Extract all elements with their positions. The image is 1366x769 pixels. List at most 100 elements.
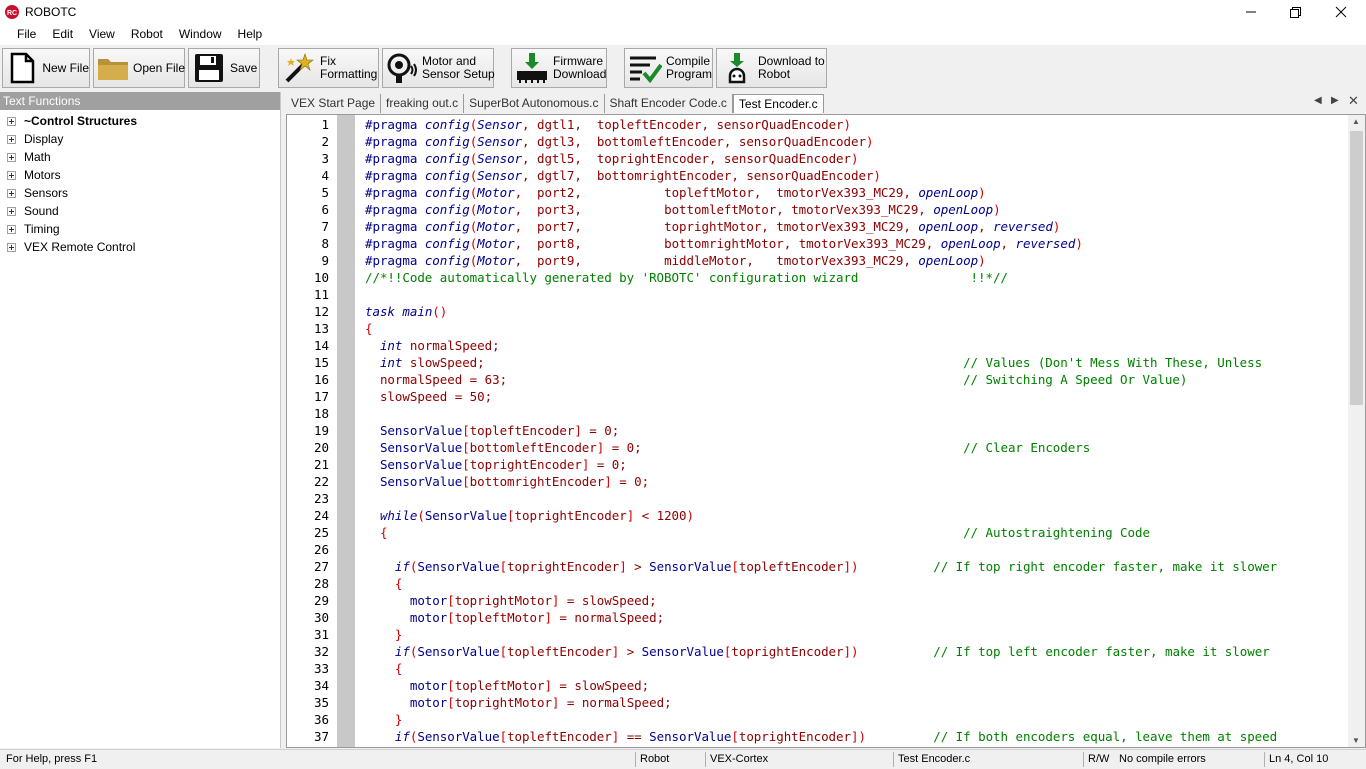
code-line[interactable]: { xyxy=(365,660,403,677)
code-line[interactable]: task main() xyxy=(365,303,447,320)
code-line[interactable]: #pragma config(Motor, port3, bottomleftM… xyxy=(365,201,1001,218)
code-line[interactable]: } xyxy=(365,626,403,643)
code-line[interactable]: SensorValue[topleftEncoder] = 0; xyxy=(365,422,619,439)
code-line[interactable]: motor[topleftMotor] = normalSpeed; xyxy=(365,609,664,626)
scroll-up-icon[interactable]: ▲ xyxy=(1352,117,1360,126)
code-line[interactable]: slowSpeed = 50; xyxy=(365,388,492,405)
code-line[interactable]: if(SensorValue[toprightEncoder] > Sensor… xyxy=(365,558,1277,575)
minimize-icon[interactable] xyxy=(1228,0,1274,24)
motor-sensor-icon xyxy=(386,51,418,85)
compile-program-button[interactable]: Compile Program xyxy=(624,48,713,88)
tree-item-vex-remote-control[interactable]: VEX Remote Control xyxy=(0,238,280,256)
line-number: 23 xyxy=(313,491,329,506)
code-line[interactable]: } xyxy=(365,711,403,728)
code-line[interactable]: SensorValue[bottomleftEncoder] = 0; // C… xyxy=(365,439,1090,456)
menu-view[interactable]: View xyxy=(81,24,123,45)
menu-robot[interactable]: Robot xyxy=(123,24,171,45)
expand-icon[interactable] xyxy=(7,116,16,126)
expand-icon[interactable] xyxy=(7,152,16,162)
code-line[interactable]: #pragma config(Motor, port7, toprightMot… xyxy=(365,218,1060,235)
fix-formatting-button[interactable]: Fix Formatting xyxy=(278,48,379,88)
vertical-scrollbar[interactable]: ▲ ▼ xyxy=(1348,115,1365,747)
code-line[interactable]: motor[toprightMotor] = slowSpeed; xyxy=(365,592,657,609)
code-line[interactable]: #pragma config(Sensor, dgtl7, bottomrigh… xyxy=(365,167,881,184)
line-number: 28 xyxy=(313,576,329,591)
menu-edit[interactable]: Edit xyxy=(44,24,81,45)
code-line[interactable]: { xyxy=(365,575,403,592)
tree-item-motors[interactable]: Motors xyxy=(0,166,280,184)
tab-freaking-out[interactable]: freaking out.c xyxy=(381,94,465,113)
line-number: 37 xyxy=(313,729,329,744)
firmware-download-button[interactable]: Firmware Download xyxy=(511,48,607,88)
line-number: 25 xyxy=(313,525,329,540)
tab-shaft-encoder-code[interactable]: Shaft Encoder Code.c xyxy=(605,94,733,113)
download-to-robot-button[interactable]: Download to Robot xyxy=(716,48,827,88)
scroll-down-icon[interactable]: ▼ xyxy=(1352,736,1360,745)
tab-superbot-autonomous[interactable]: SuperBot Autonomous.c xyxy=(464,94,605,113)
code-line[interactable]: if(SensorValue[topleftEncoder] == Sensor… xyxy=(365,728,1277,745)
toolbar: New File Open File Save Fix Formatting M… xyxy=(0,45,1366,91)
code-line[interactable]: #pragma config(Motor, port8, bottomright… xyxy=(365,235,1083,252)
title-bar: RC ROBOTC xyxy=(0,0,1366,24)
new-file-button[interactable]: New File xyxy=(2,48,90,88)
code-line[interactable]: while(SensorValue[toprightEncoder] < 120… xyxy=(365,507,694,524)
menu-help[interactable]: Help xyxy=(230,24,271,45)
expand-icon[interactable] xyxy=(7,206,16,216)
scrollbar-thumb[interactable] xyxy=(1350,131,1363,405)
tab-vex-start-page[interactable]: VEX Start Page xyxy=(286,94,382,113)
expand-icon[interactable] xyxy=(7,242,16,252)
menu-window[interactable]: Window xyxy=(171,24,230,45)
line-number: 3 xyxy=(321,151,329,166)
expand-icon[interactable] xyxy=(7,188,16,198)
save-button[interactable]: Save xyxy=(188,48,260,88)
code-line[interactable]: { // Autostraightening Code xyxy=(365,524,1150,541)
code-line[interactable]: int normalSpeed; xyxy=(365,337,500,354)
tree-item-sound[interactable]: Sound xyxy=(0,202,280,220)
tree-item-sensors[interactable]: Sensors xyxy=(0,184,280,202)
line-number: 17 xyxy=(313,389,329,404)
code-line[interactable]: motor[topleftMotor] = slowSpeed; xyxy=(365,677,649,694)
compile-check-icon xyxy=(628,51,662,85)
line-number: 14 xyxy=(313,338,329,353)
tab-scroll-left-icon[interactable]: ◀ xyxy=(1314,95,1322,106)
motor-sensor-setup-button[interactable]: Motor and Sensor Setup xyxy=(382,48,495,88)
expand-icon[interactable] xyxy=(7,170,16,180)
tab-close-icon[interactable]: ✕ xyxy=(1348,93,1359,109)
code-line[interactable]: normalSpeed = 63; // Switching A Speed O… xyxy=(365,371,1187,388)
tab-scroll-right-icon[interactable]: ▶ xyxy=(1331,95,1339,106)
tree-item-math[interactable]: Math xyxy=(0,148,280,166)
close-icon[interactable] xyxy=(1318,0,1364,24)
line-number: 12 xyxy=(313,304,329,319)
line-number: 10 xyxy=(313,270,329,285)
code-line[interactable]: SensorValue[toprightEncoder] = 0; xyxy=(365,456,627,473)
line-number: 8 xyxy=(321,236,329,251)
code-line[interactable]: #pragma config(Sensor, dgtl5, toprightEn… xyxy=(365,150,859,167)
line-number: 6 xyxy=(321,202,329,217)
code-line[interactable]: #pragma config(Motor, port9, middleMotor… xyxy=(365,252,986,269)
code-line[interactable]: { xyxy=(365,320,373,337)
robot-download-icon xyxy=(720,51,754,85)
line-number: 22 xyxy=(313,474,329,489)
line-number: 31 xyxy=(313,627,329,642)
tree-item-control-structures[interactable]: ~Control Structures xyxy=(0,112,280,130)
code-line[interactable]: SensorValue[bottomrightEncoder] = 0; xyxy=(365,473,649,490)
code-editor[interactable]: 1 2 3 4 5 6 7 8 9 10 11 12 13 14 15 16 17 18 19 20 21 22 23 24 2… xyxy=(286,114,1366,748)
code-line[interactable]: #pragma config(Motor, port2, topleftMoto… xyxy=(365,184,986,201)
line-number: 21 xyxy=(313,457,329,472)
tab-test-encoder[interactable]: Test Encoder.c xyxy=(732,94,824,113)
code-line[interactable]: int slowSpeed; // Values (Don't Mess Wit… xyxy=(365,354,1262,371)
expand-icon[interactable] xyxy=(7,224,16,234)
tree-item-timing[interactable]: Timing xyxy=(0,220,280,238)
code-line[interactable]: #pragma config(Sensor, dgtl1, topleftEnc… xyxy=(365,116,851,133)
tree-item-display[interactable]: Display xyxy=(0,130,280,148)
code-line[interactable]: motor[toprightMotor] = normalSpeed; xyxy=(365,694,672,711)
code-line[interactable]: #pragma config(Sensor, dgtl3, bottomleft… xyxy=(365,133,873,150)
code-area[interactable]: #pragma config(Sensor, dgtl1, topleftEnc… xyxy=(355,115,1347,747)
restore-icon[interactable] xyxy=(1272,0,1318,24)
open-file-button[interactable]: Open File xyxy=(93,48,185,88)
expand-icon[interactable] xyxy=(7,134,16,144)
code-line[interactable]: if(SensorValue[topleftEncoder] > SensorV… xyxy=(365,643,1270,660)
code-line[interactable]: //*!!Code automatically generated by 'RO… xyxy=(365,269,1008,286)
status-rw: R/W xyxy=(1088,753,1110,765)
menu-file[interactable]: File xyxy=(9,24,44,45)
